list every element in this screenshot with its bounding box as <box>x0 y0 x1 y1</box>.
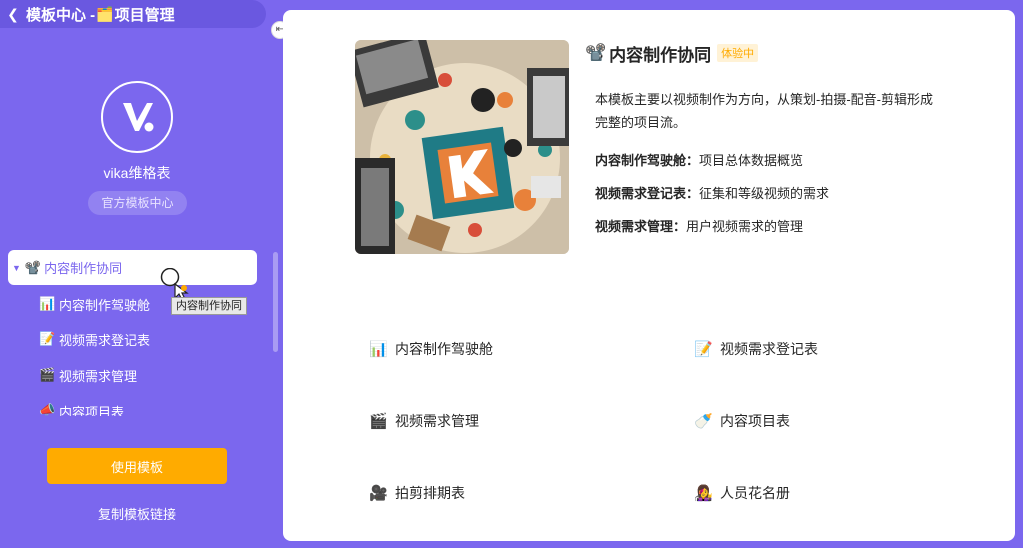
tree-item-content-projects[interactable]: 📣 内容项目表 <box>39 402 124 416</box>
sidebar: ❮ 模板中心 - 🗂️ 项目管理 vika维格表 官方模板中心 ▼ 📽️ 内容制… <box>0 0 283 548</box>
table-link-label: 视频需求管理 <box>395 413 479 429</box>
official-badge[interactable]: 官方模板中心 <box>88 191 187 215</box>
template-cover-image <box>355 40 569 254</box>
tree-item-label: 内容项目表 <box>59 405 125 416</box>
tree-item-label: 视频需求登记表 <box>59 332 151 348</box>
feature-name: 视频需求管理： <box>595 219 687 234</box>
header-title-prefix: 模板中心 - <box>26 6 96 24</box>
film-projector-icon: 📽️ <box>24 259 42 275</box>
chevron-left-icon[interactable]: ❮ <box>0 6 26 23</box>
table-link-label: 内容制作驾驶舱 <box>395 341 493 357</box>
person-icon: 👩‍🎤 <box>694 485 713 502</box>
memo-icon: 📝 <box>694 341 713 358</box>
vika-logo-icon <box>101 81 173 153</box>
bar-chart-icon: 📊 <box>39 296 56 311</box>
table-link-label: 视频需求登记表 <box>720 341 818 357</box>
tree-item-video-request-manage[interactable]: 🎬 视频需求管理 <box>39 363 137 387</box>
feature-name: 视频需求登记表： <box>595 186 700 201</box>
template-description: 本模板主要以视频制作为方向，从策划-拍摄-配音-剪辑形成完整的项目流。 <box>595 92 933 130</box>
table-link-shoot-schedule[interactable]: 🎥 拍剪排期表 <box>369 483 465 503</box>
feature-request-manage: 视频需求管理：用户视频需求的管理 <box>595 216 803 235</box>
clapper-icon: 🎬 <box>369 413 388 430</box>
table-link-label: 拍剪排期表 <box>395 485 465 501</box>
feature-name: 内容制作驾驶舱： <box>595 153 700 168</box>
feature-dashboard: 内容制作驾驶舱：项目总体数据概览 <box>595 150 803 169</box>
tree-item-content-collab[interactable]: ▼ 📽️ 内容制作协同 <box>8 250 257 285</box>
feature-desc: 项目总体数据概览 <box>699 153 804 168</box>
tree-item-video-request-form[interactable]: 📝 视频需求登记表 <box>39 327 150 351</box>
movie-camera-icon: 🎥 <box>369 485 388 502</box>
memo-icon: 📝 <box>39 331 56 346</box>
folder-icon: 🗂️ <box>96 5 114 22</box>
feature-desc: 征集和等级视频的需求 <box>699 186 830 201</box>
status-badge: 体验中 <box>717 44 759 62</box>
template-title: 内容制作协同 <box>609 45 712 65</box>
feature-request-form: 视频需求登记表：征集和等级视频的需求 <box>595 183 829 202</box>
brand-name: vika维格表 <box>103 165 171 181</box>
use-template-button[interactable]: 使用模板 <box>47 448 227 484</box>
tree-item-dashboard[interactable]: 📊 内容制作驾驶舱 <box>39 292 150 316</box>
feature-desc: 用户视频需求的管理 <box>686 219 804 234</box>
tree-item-label: 内容制作驾驶舱 <box>59 297 151 313</box>
header-title-suffix: 项目管理 <box>114 6 175 24</box>
bar-chart-icon: 📊 <box>369 341 388 358</box>
clapper-icon: 🎬 <box>39 367 56 382</box>
film-projector-icon: 📽️ <box>585 43 607 62</box>
tree-item-label: 内容制作协同 <box>44 261 123 276</box>
baby-bottle-icon: 🍼 <box>694 413 713 430</box>
table-link-label: 内容项目表 <box>720 413 790 429</box>
table-link-content-projects[interactable]: 🍼 内容项目表 <box>694 411 790 431</box>
table-link-roster[interactable]: 👩‍🎤 人员花名册 <box>694 483 790 503</box>
tree-item-label: 视频需求管理 <box>59 368 138 384</box>
tooltip: 内容制作协同 <box>171 297 247 315</box>
template-title-row: 📽️ 内容制作协同 体验中 <box>585 40 759 66</box>
table-link-dashboard[interactable]: 📊 内容制作驾驶舱 <box>369 339 493 359</box>
table-link-video-request-form[interactable]: 📝 视频需求登记表 <box>694 339 818 359</box>
copy-template-link[interactable]: 复制模板链接 <box>47 504 227 523</box>
template-header: ❮ 模板中心 - 🗂️ 项目管理 <box>0 0 266 28</box>
megaphone-icon: 📣 <box>39 402 56 416</box>
table-link-video-request-manage[interactable]: 🎬 视频需求管理 <box>369 411 479 431</box>
caret-down-icon[interactable]: ▼ <box>12 263 21 273</box>
table-link-label: 人员花名册 <box>720 485 790 501</box>
template-detail-panel: 📽️ 内容制作协同 体验中 本模板主要以视频制作为方向，从策划-拍摄-配音-剪辑… <box>283 10 1015 541</box>
sidebar-scrollbar[interactable] <box>273 252 278 352</box>
